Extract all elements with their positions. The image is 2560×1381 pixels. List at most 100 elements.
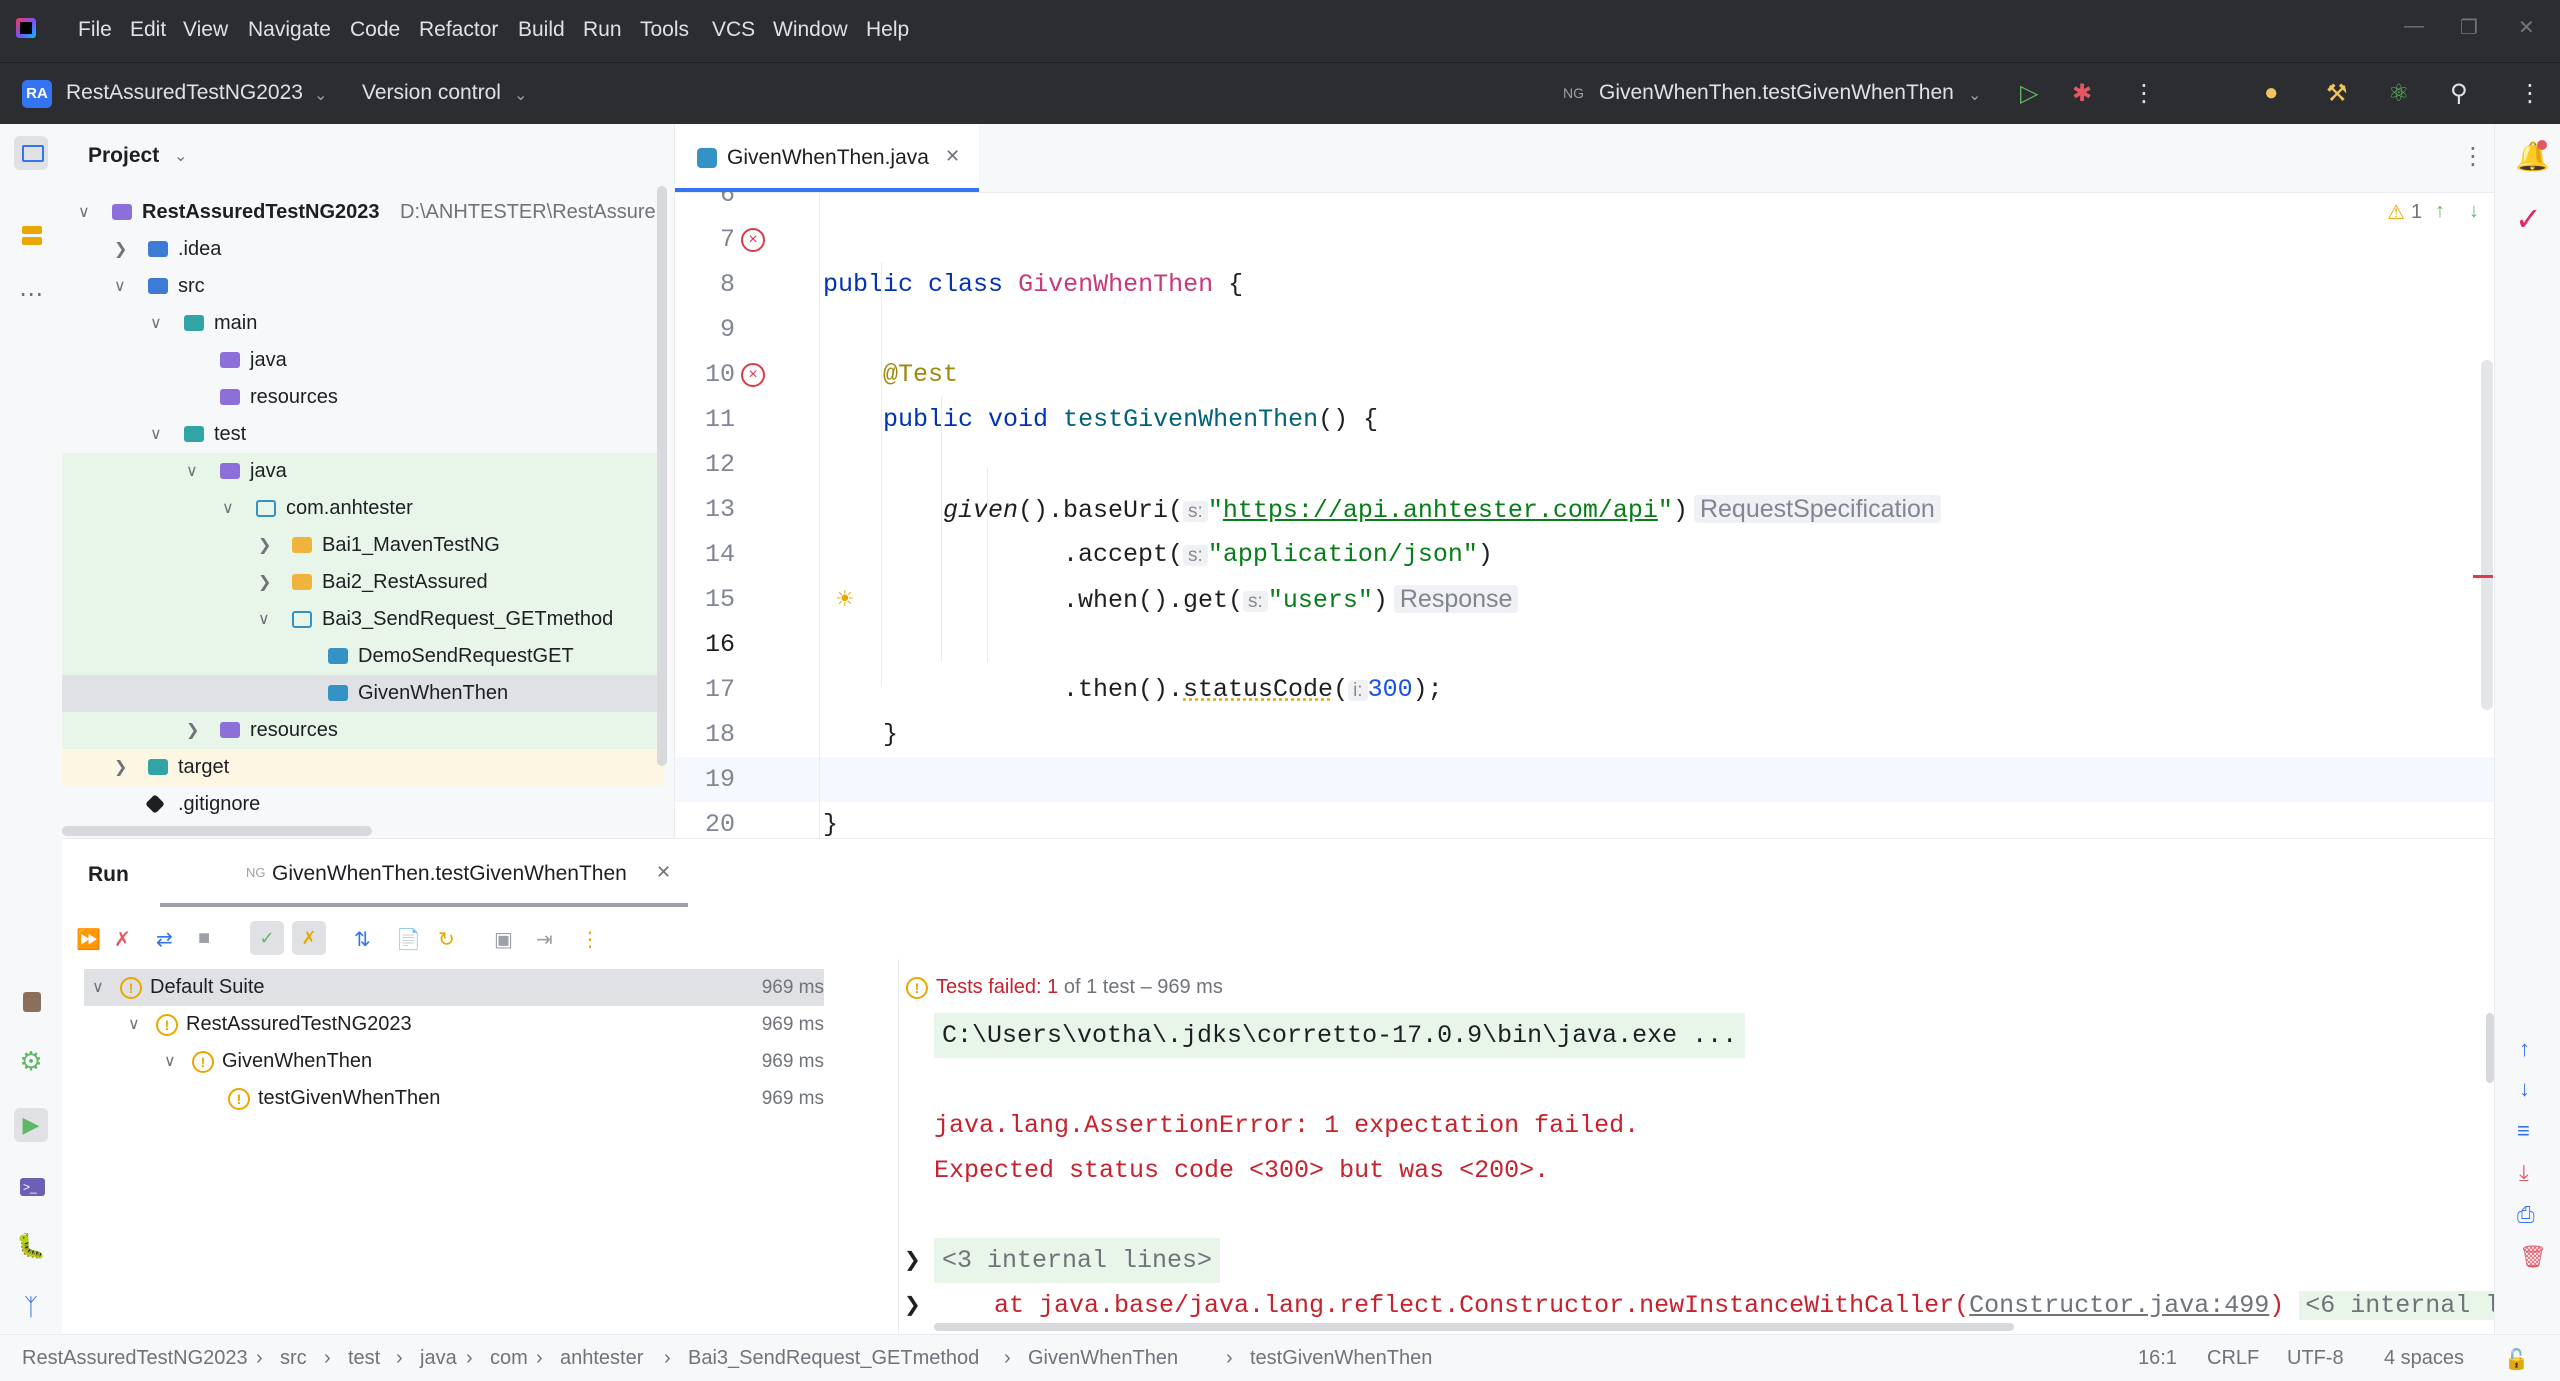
tree-item[interactable]: ∨ src [62,268,664,305]
stacktrace-line[interactable]: at java.base/java.lang.reflect.Construct… [934,1283,2494,1328]
menu-help[interactable]: Help [866,18,909,42]
caret-position[interactable]: 16:1 [2138,1347,2177,1370]
code-area[interactable]: 6 7 × 8 9 10 × 11 12 13 14 15 16 17 18 19 20 public clas… [675,192,2495,838]
project-tool-icon[interactable] [14,136,48,170]
code-line-19[interactable]: } [675,757,2495,838]
git-branch-icon[interactable]: ᛉ [14,1294,48,1328]
code-line-15[interactable]: ☀ .then().statusCode(i: 300); [675,577,2495,704]
test-result-item[interactable]: ∨! Default Suite 969 ms [84,969,824,1006]
console-horizontal-scrollbar[interactable] [934,1323,2014,1331]
code-line-9[interactable]: @Test [675,307,2495,389]
clear-all-icon[interactable]: 🗑 [2519,1244,2547,1270]
print-icon[interactable]: ⎙ [2517,1202,2535,1228]
problems-icon[interactable]: 🐛 [14,1232,48,1266]
vcs-widget[interactable]: Version control [362,81,501,105]
project-badge[interactable]: RA [22,80,52,108]
gutter-line[interactable]: 6 [675,192,823,217]
menu-run[interactable]: Run [583,18,622,42]
code-line-10[interactable]: public void testGivenWhenThen() { [675,352,2495,434]
code-line-7[interactable]: public class GivenWhenThen { [675,217,2495,299]
chevron-right-icon[interactable]: ❯ [114,749,127,786]
export-icon[interactable]: ⇥ [536,927,553,952]
breadcrumb-item[interactable]: testGivenWhenThen [1250,1347,1432,1370]
chevron-right-icon[interactable]: ❯ [114,231,127,268]
minimize-icon[interactable]: — [2404,15,2424,38]
toggle-auto-test-icon[interactable]: ⇄ [156,927,173,952]
chevron-down-icon[interactable]: ∨ [128,1006,140,1043]
search-icon[interactable]: ⚲ [2450,79,2468,108]
internal-lines-fold[interactable]: <3 internal lines> [934,1238,1221,1283]
menu-code[interactable]: Code [350,18,400,42]
console-output[interactable]: C:\Users\votha\.jdks\corretto-17.0.9\bin… [900,1013,2494,1335]
editor-tab-active[interactable]: GivenWhenThen.java ✕ [675,124,979,192]
close-tab-icon[interactable]: ✕ [945,146,960,167]
close-window-icon[interactable]: ✕ [2518,15,2535,40]
tree-item[interactable]: ❯ Bai2_RestAssured [62,564,664,601]
chevron-right-icon[interactable]: ❯ [258,527,271,564]
run-tool-icon[interactable]: ▶ [14,1108,48,1142]
settings-more-icon[interactable]: ⋮ [2518,79,2542,108]
chevron-down-icon[interactable]: ∨ [164,1043,176,1080]
menu-vcs[interactable]: VCS [712,18,755,42]
test-result-item[interactable]: ! testGivenWhenThen 969 ms [84,1080,824,1117]
readonly-lock-icon[interactable]: 🔓 [2504,1347,2529,1372]
chevron-down-icon[interactable]: ∨ [150,416,162,453]
breadcrumb-item[interactable]: Bai3_SendRequest_GETmethod [688,1347,979,1370]
screenshot-icon[interactable]: ▣ [494,927,513,952]
console-command-line[interactable]: C:\Users\votha\.jdks\corretto-17.0.9\bin… [934,1013,1746,1058]
indent-setting[interactable]: 4 spaces [2384,1347,2464,1370]
splitter[interactable] [898,959,899,1335]
chevron-down-icon[interactable]: ∨ [186,453,198,490]
project-selector[interactable]: RestAssuredTestNG2023 [66,81,303,105]
menu-file[interactable]: File [78,18,112,42]
scroll-down-icon[interactable]: ↓ [2519,1076,2530,1102]
menu-window[interactable]: Window [773,18,848,42]
internal-lines-fold[interactable]: <6 internal li [2299,1291,2494,1320]
sort-icon[interactable]: ⇅ [354,927,371,952]
menu-navigate[interactable]: Navigate [248,18,331,42]
chevron-down-icon[interactable]: ∨ [222,490,234,527]
menu-view[interactable]: View [183,18,228,42]
tree-item[interactable]: ∨ Bai3_SendRequest_GETmethod [62,601,664,638]
tree-item[interactable]: ❯ .idea [62,231,664,268]
menu-edit[interactable]: Edit [130,18,166,42]
chevron-down-icon[interactable]: ∨ [78,194,90,231]
console-scrollbar[interactable] [2486,1013,2494,1083]
build-tools-icon[interactable]: ⚒ [2326,79,2348,108]
breadcrumb-item[interactable]: RestAssuredTestNG2023 [22,1347,248,1370]
more-tools-icon[interactable]: ⋯ [14,280,48,314]
file-encoding[interactable]: UTF-8 [2287,1347,2344,1370]
code-line-17[interactable]: } [675,667,2495,749]
console-error-line[interactable]: Expected status code <300> but was <200>… [934,1148,1549,1193]
show-ignored-icon[interactable]: ✗ [292,921,326,955]
expand-arrow-icon[interactable]: ❯ [904,1238,921,1283]
breadcrumb-item[interactable]: java [420,1347,457,1370]
tree-item[interactable]: resources [62,379,664,416]
tree-item[interactable]: .gitignore [62,786,664,823]
chevron-down-icon[interactable]: ∨ [150,305,162,342]
menu-tools[interactable]: Tools [640,18,689,42]
code-line-12[interactable]: given().baseUri(s: "https://api.anhtester… [675,442,2495,525]
rerun-failed-icon[interactable]: ✗ [114,927,131,952]
editor-scrollbar[interactable] [2481,360,2493,710]
breadcrumb-item[interactable]: test [348,1347,380,1370]
maximize-icon[interactable]: ❐ [2460,15,2478,40]
breadcrumb-item[interactable]: anhtester [560,1347,643,1370]
more-icon[interactable]: ⋮ [580,927,600,952]
chevron-down-icon[interactable]: ∨ [114,268,126,305]
tree-item[interactable]: ❯ resources [62,712,664,749]
chevron-down-icon[interactable]: ⌄ [314,85,327,105]
intellij-logo-icon[interactable] [16,18,36,38]
console-error-line[interactable]: java.lang.AssertionError: 1 expectation … [934,1103,1639,1148]
line-separator[interactable]: CRLF [2207,1347,2259,1370]
breadcrumb-item[interactable]: src [280,1347,307,1370]
bookmarks-icon[interactable] [14,984,48,1018]
menu-build[interactable]: Build [518,18,565,42]
terminal-icon[interactable]: >_ [14,1170,48,1204]
tree-item[interactable]: ∨ RestAssuredTestNG2023 D:\ANHTESTER\RestA… [62,194,664,231]
more-actions-icon[interactable]: ⋮ [2132,79,2156,108]
scroll-up-icon[interactable]: ↑ [2519,1036,2530,1062]
code-line-14[interactable]: .when().get(s: "users") Response [675,532,2495,615]
expand-arrow-icon[interactable]: ❯ [904,1283,921,1328]
chevron-down-icon[interactable]: ⌄ [174,146,187,166]
